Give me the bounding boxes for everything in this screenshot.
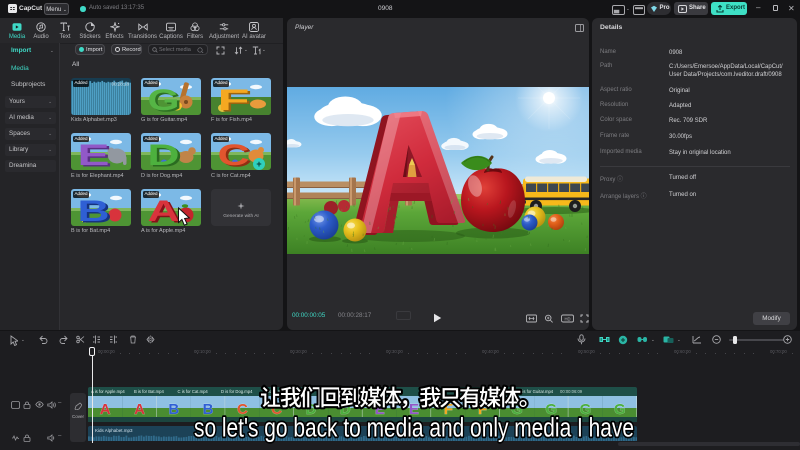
svg-text:D: D <box>340 401 351 417</box>
svg-text:C: C <box>237 401 248 417</box>
svg-text:F: F <box>478 401 487 417</box>
svg-text:G: G <box>511 401 523 417</box>
svg-text:G: G <box>614 401 626 417</box>
svg-text:G: G <box>148 84 180 115</box>
svg-text:G: G <box>545 401 557 417</box>
svg-text:C: C <box>271 401 282 417</box>
svg-text:00:28:18: 00:28:18 <box>111 81 129 86</box>
svg-text:E: E <box>409 401 419 417</box>
svg-text:F: F <box>444 401 453 417</box>
svg-text:G: G <box>580 401 592 417</box>
svg-text:D: D <box>148 139 180 170</box>
svg-text:B: B <box>78 195 110 226</box>
svg-text:A: A <box>134 401 145 417</box>
svg-text:E: E <box>375 401 385 417</box>
svg-text:B: B <box>203 401 214 417</box>
svg-text:A: A <box>148 195 180 226</box>
svg-text:E: E <box>78 139 110 170</box>
svg-text:HD: HD <box>564 316 570 321</box>
svg-text:B: B <box>168 401 179 417</box>
svg-text:A: A <box>100 401 111 417</box>
svg-text:F: F <box>218 84 250 115</box>
svg-text:D: D <box>306 401 317 417</box>
svg-text:C: C <box>218 139 250 170</box>
